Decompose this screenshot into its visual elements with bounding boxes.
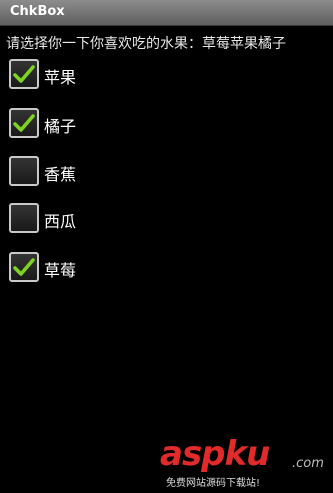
- watermark-wordmark: aspku: [160, 434, 270, 474]
- checkbox-option-orange[interactable]: 橘子: [9, 108, 169, 144]
- title-bar: ChkBox: [0, 0, 333, 26]
- checkbox-option-watermelon[interactable]: 西瓜: [9, 203, 169, 239]
- checkmark-icon: [13, 65, 35, 83]
- selection-prompt: 请选择你一下你喜欢吃的水果：草莓苹果橘子: [6, 36, 286, 52]
- watermark-logo: aspku .com 免费网站源码下载站!: [160, 436, 332, 490]
- checkbox-option-strawberry[interactable]: 草莓: [9, 252, 169, 288]
- checkmark-icon: [13, 114, 35, 132]
- checkbox-box[interactable]: [9, 203, 39, 233]
- checkbox-box[interactable]: [9, 156, 39, 186]
- checkbox-label: 西瓜: [44, 212, 77, 231]
- checkbox-box[interactable]: [9, 59, 39, 89]
- window-title: ChkBox: [10, 4, 65, 19]
- watermark-domain: .com: [292, 456, 324, 471]
- watermark-tagline: 免费网站源码下载站!: [166, 478, 261, 489]
- checkbox-box[interactable]: [9, 108, 39, 138]
- checkbox-label: 苹果: [44, 68, 77, 87]
- checkmark-icon: [13, 258, 35, 276]
- checkbox-label: 香蕉: [44, 165, 77, 184]
- checkbox-box[interactable]: [9, 252, 39, 282]
- checkbox-label: 草莓: [44, 261, 77, 280]
- checkbox-option-apple[interactable]: 苹果: [9, 59, 169, 95]
- checkbox-label: 橘子: [44, 117, 77, 136]
- checkbox-option-banana[interactable]: 香蕉: [9, 156, 169, 192]
